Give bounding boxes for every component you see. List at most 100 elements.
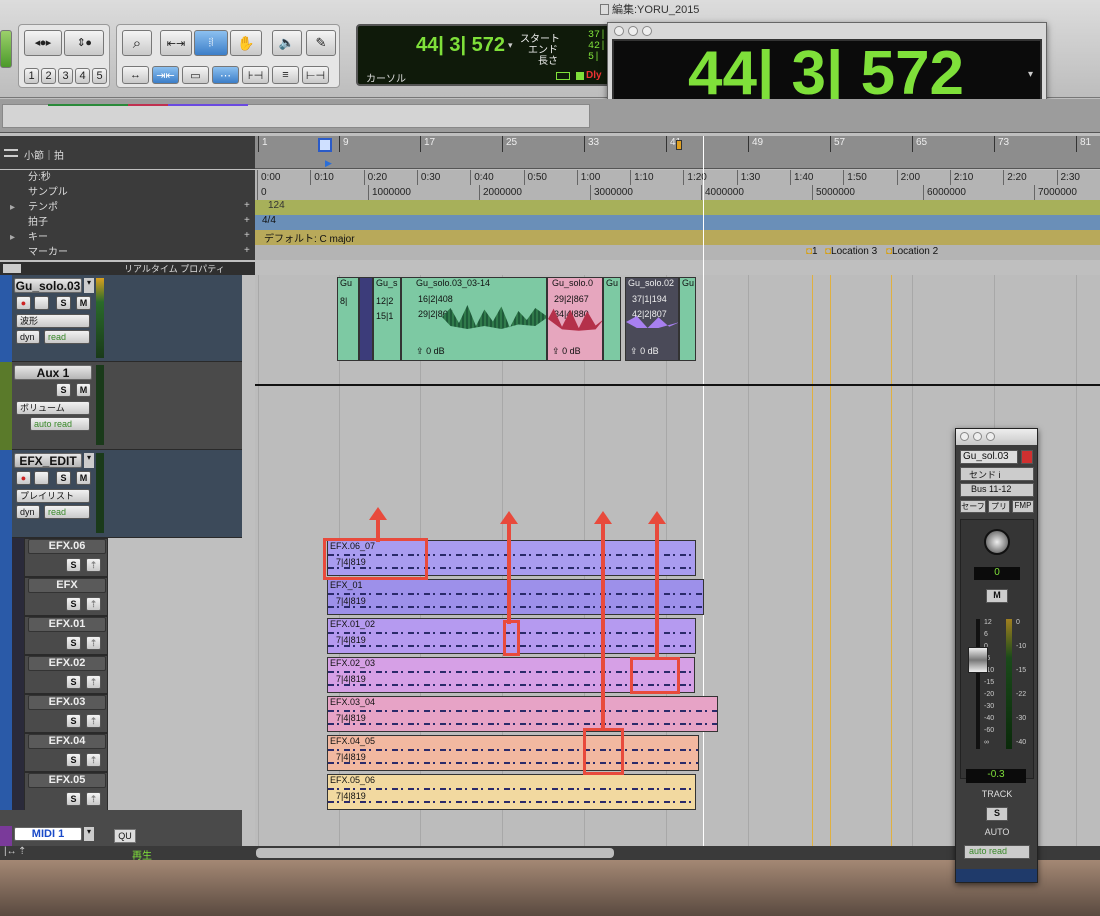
solo-button[interactable]: S [66, 714, 81, 728]
link-timeline-icon[interactable]: ⊢⊣ [302, 66, 329, 84]
send-mute-button[interactable]: M [986, 589, 1008, 603]
promote-icon[interactable]: ⇡ [86, 597, 101, 611]
tab-to-transient-icon[interactable]: ⊦⊣ [242, 66, 269, 84]
track-dropdown-icon[interactable]: ▾ [84, 453, 94, 468]
footer-upload-icon[interactable]: ⇡ [18, 846, 26, 857]
mixer-track-name[interactable]: Gu_sol.03 [960, 450, 1018, 464]
minimize-icon[interactable] [628, 26, 638, 36]
playlist-lane-name[interactable]: EFX.02 [28, 656, 106, 671]
selection-start-marker-icon[interactable] [318, 138, 332, 152]
record-button[interactable]: ● [16, 471, 31, 485]
audio-clip[interactable]: Gu 8| [337, 277, 359, 361]
tempo-value[interactable]: 124 [268, 200, 285, 211]
solo-button[interactable]: S [56, 471, 71, 485]
zoom-preset-4[interactable]: 4 [75, 68, 90, 84]
tempo-add-icon[interactable]: + [244, 200, 250, 211]
grid-mode-icon[interactable]: ⋯ [212, 66, 239, 84]
marker-1[interactable]: ◘1 [806, 246, 818, 257]
grabber-tool-icon[interactable]: ✋ [230, 30, 262, 56]
audio-clip[interactable]: Gu_s 12|2 15|1 [373, 277, 401, 361]
promote-icon[interactable]: ⇡ [86, 753, 101, 767]
slip-mode-icon[interactable]: ⇥⇤ [152, 66, 179, 84]
big-counter-value[interactable]: 44| 3| 572 [688, 41, 1008, 107]
fader-cap[interactable] [968, 647, 988, 673]
track-options-icon[interactable] [3, 264, 21, 273]
solo-button[interactable]: S [66, 792, 81, 806]
start-value[interactable]: 37| [588, 30, 606, 41]
close-icon[interactable] [960, 432, 969, 441]
mirror-midi-icon[interactable]: ≡ [272, 66, 299, 84]
track-name-gu-solo[interactable]: Gu_solo.03 [14, 278, 82, 293]
quantize-button[interactable]: QU [114, 829, 136, 843]
minimize-icon[interactable] [973, 432, 982, 441]
audio-clip[interactable]: EFX.04_05 7|4|819 [327, 735, 699, 771]
promote-icon[interactable]: ⇡ [86, 558, 101, 572]
track-view-select[interactable]: 波形 [16, 314, 90, 328]
selection-end-marker-icon[interactable] [676, 140, 682, 150]
zoom-window-icon[interactable] [986, 432, 995, 441]
audio-clip[interactable]: EFX.03_04 7|4|819 [327, 696, 718, 732]
automation-mode-select[interactable]: read [44, 330, 90, 344]
audio-clip[interactable]: Gu [603, 277, 621, 361]
track-name-midi[interactable]: MIDI 1 [14, 827, 82, 841]
zoom-preset-2[interactable]: 2 [41, 68, 56, 84]
key-add-icon[interactable]: + [244, 230, 250, 241]
input-monitor-button[interactable] [34, 471, 49, 485]
solo-button[interactable]: S [56, 383, 71, 397]
track-name-efx-edit[interactable]: EFX_EDIT [14, 453, 82, 468]
audio-clip[interactable]: Gu [679, 277, 696, 361]
expand-icon[interactable]: ▸ [10, 230, 15, 245]
playlist-lane-name[interactable]: EFX [28, 578, 106, 593]
zoom-preset-3[interactable]: 3 [58, 68, 73, 84]
zoomer-tool-icon[interactable]: ⌕ [122, 30, 152, 56]
counter-dropdown-icon[interactable]: ▾ [508, 40, 513, 51]
trim-tool-icon[interactable]: ⇤⇥ [160, 30, 192, 56]
track-view-select[interactable]: プレイリスト [16, 489, 90, 503]
input-monitor-button[interactable] [34, 296, 49, 310]
mixer-solo-button[interactable]: S [986, 807, 1008, 821]
playlist-lane-name[interactable]: EFX.05 [28, 773, 106, 788]
meter-value[interactable]: 4/4 [262, 215, 276, 226]
mute-button[interactable]: M [76, 383, 91, 397]
playlist-lane-name[interactable]: EFX.01 [28, 617, 106, 632]
record-button[interactable]: ● [16, 296, 31, 310]
spot-mode-icon[interactable]: ▭ [182, 66, 209, 84]
zoom-preset-1[interactable]: 1 [24, 68, 39, 84]
audio-clip[interactable]: Gu_solo.0 29|2|867 34|4|880 ⇪ 0 dB [547, 277, 603, 361]
length-value[interactable]: 5| [588, 52, 600, 63]
promote-icon[interactable]: ⇡ [86, 792, 101, 806]
automation-mode-select[interactable]: read [44, 505, 90, 519]
shuffle-mode-icon[interactable]: ↔ [122, 66, 149, 84]
ruler-view-icon[interactable] [4, 149, 18, 157]
dyn-button[interactable]: dyn [16, 330, 40, 344]
pan-knob[interactable] [984, 529, 1010, 555]
close-icon[interactable] [614, 26, 624, 36]
solo-button[interactable]: S [56, 296, 71, 310]
zoom-vertical-icon[interactable]: ⇕⦁ [64, 30, 104, 56]
big-counter-dropdown-icon[interactable]: ▾ [1028, 69, 1033, 80]
marker-location-3[interactable]: ◘Location 3 [825, 246, 877, 257]
main-counter[interactable]: 44| 3| 572 [416, 34, 516, 62]
mute-button[interactable]: M [76, 296, 91, 310]
audio-clip[interactable]: EFX_01 7|4|819 [327, 579, 704, 615]
key-value[interactable]: デフォルト: C major [264, 230, 355, 245]
marker-add-icon[interactable]: + [244, 245, 250, 256]
scrubber-tool-icon[interactable]: 🔈 [272, 30, 302, 56]
track-dropdown-icon[interactable]: ▾ [84, 278, 94, 293]
dyn-button[interactable]: dyn [16, 505, 40, 519]
target-icon[interactable] [1021, 450, 1033, 464]
pencil-tool-icon[interactable]: ✎ [306, 30, 336, 56]
solo-button[interactable]: S [66, 753, 81, 767]
zoom-preset-5[interactable]: 5 [92, 68, 107, 84]
track-name-aux[interactable]: Aux 1 [14, 365, 92, 380]
meter-add-icon[interactable]: + [244, 215, 250, 226]
solo-button[interactable]: S [66, 558, 81, 572]
zoom-out-icon[interactable]: ◂⦁▸ [24, 30, 62, 56]
bus-select[interactable]: Bus 11-12 [960, 483, 1034, 497]
track-dropdown-icon[interactable]: ▾ [84, 827, 94, 841]
track-view-select[interactable]: ボリューム [16, 401, 90, 415]
dly-indicator[interactable]: Dly [586, 70, 602, 81]
send-select[interactable]: センド i [960, 467, 1034, 481]
mute-button[interactable]: M [76, 471, 91, 485]
automation-mode-select[interactable]: auto read [30, 417, 90, 431]
